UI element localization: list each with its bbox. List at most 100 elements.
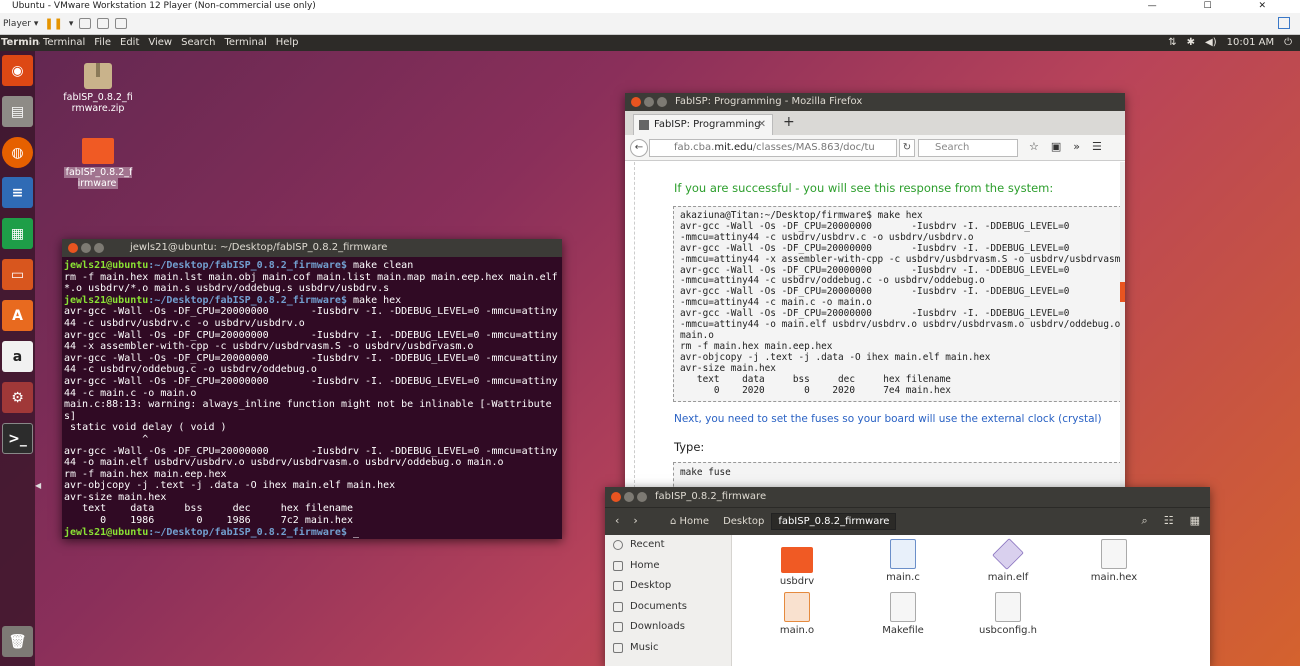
dash-icon[interactable]: ◉: [2, 55, 33, 86]
software-center-icon[interactable]: A: [2, 300, 33, 331]
network-icon[interactable]: ⇅: [1168, 35, 1176, 51]
menu-edit[interactable]: Edit: [120, 35, 139, 51]
impress-icon[interactable]: ▭: [2, 259, 33, 290]
minimize-icon[interactable]: [624, 492, 634, 502]
new-tab-icon[interactable]: +: [783, 114, 795, 130]
clean-output: rm -f main.hex main.lst main.obj main.co…: [64, 271, 564, 295]
close-icon[interactable]: [68, 243, 78, 253]
firefox-titlebar[interactable]: FabISP: Programming - Mozilla Firefox: [625, 93, 1125, 111]
search-icon[interactable]: ⌕: [1142, 514, 1148, 528]
sidebar-item-music[interactable]: Music: [605, 638, 731, 659]
file-item-usbdrv[interactable]: usbdrv: [757, 543, 837, 587]
bluetooth-icon[interactable]: ✱: [1187, 35, 1195, 51]
fullscreen-icon[interactable]: [115, 18, 128, 29]
trash-icon[interactable]: 🗑: [2, 626, 33, 657]
clock[interactable]: 10:01 AM: [1227, 35, 1274, 51]
bookmark-star-icon[interactable]: ☆: [1029, 140, 1039, 153]
menu-terminal-2[interactable]: Terminal: [224, 35, 266, 51]
vmware-title-bar: Ubuntu - VMware Workstation 12 Player (N…: [0, 0, 1300, 13]
sidebar-item-recent[interactable]: Recent: [605, 535, 731, 556]
power-icon[interactable]: ⏻: [1284, 35, 1292, 51]
sidebar-item-downloads[interactable]: Downloads: [605, 617, 731, 638]
tab-fabisp-programming[interactable]: FabISP: Programming ✕: [633, 114, 773, 135]
menu-search[interactable]: Search: [181, 35, 215, 51]
maximize-icon[interactable]: [637, 492, 647, 502]
menu-terminal[interactable]: Terminal: [43, 35, 85, 51]
scrollbar-thumb[interactable]: [1120, 282, 1125, 302]
unity-icon[interactable]: [1278, 17, 1290, 29]
list-view-icon[interactable]: ☷: [1164, 514, 1174, 528]
file-item-main-hex[interactable]: main.hex: [1074, 539, 1154, 583]
file-item-main-c[interactable]: main.c: [863, 539, 943, 583]
desktop-icon: [613, 581, 623, 591]
url-bar[interactable]: fab.cba.mit.edu/classes/MAS.863/doc/tu: [649, 139, 897, 157]
close-icon[interactable]: [631, 97, 641, 107]
files-window[interactable]: fabISP_0.8.2_firmware ‹ › ⌂ Home Desktop…: [605, 487, 1210, 666]
next-step-link[interactable]: Next, you need to set the fuses so your …: [674, 413, 1102, 425]
active-indicator-icon: ◀: [35, 481, 42, 490]
search-input[interactable]: Search: [918, 139, 1018, 157]
firefox-icon[interactable]: ◍: [2, 137, 33, 168]
file-item-usbconfig-h[interactable]: usbconfig.h: [968, 592, 1048, 636]
amazon-icon[interactable]: a: [2, 341, 33, 372]
sidebar-label: Music: [630, 641, 659, 653]
terminal-window[interactable]: jewls21@ubuntu: ~/Desktop/fabISP_0.8.2_f…: [62, 239, 562, 539]
desktop-zip-file[interactable]: fabISP_0.8.2_firmware.zip: [63, 63, 133, 114]
back-icon[interactable]: ←: [630, 139, 648, 157]
vmware-title: Ubuntu - VMware Workstation 12 Player (N…: [12, 1, 316, 11]
maximize-icon[interactable]: [94, 243, 104, 253]
hex-output: avr-gcc -Wall -Os -DF_CPU=20000000 -Iusb…: [64, 306, 558, 527]
firefox-window[interactable]: FabISP: Programming - Mozilla Firefox Fa…: [625, 93, 1125, 488]
terminal-output[interactable]: jewls21@ubuntu:~/Desktop/fabISP_0.8.2_fi…: [62, 257, 562, 541]
tab-label: FabISP: Programming: [654, 119, 761, 130]
file-label: usbconfig.h: [978, 625, 1037, 636]
dropdown-icon[interactable]: ▾: [69, 19, 74, 29]
text-file-icon: [1101, 539, 1127, 569]
volume-icon[interactable]: ◀): [1205, 35, 1217, 51]
terminal-icon[interactable]: >_: [2, 423, 33, 454]
sidebar-item-documents[interactable]: Documents: [605, 597, 731, 618]
writer-icon[interactable]: ≡: [2, 177, 33, 208]
crumb-desktop[interactable]: Desktop: [716, 513, 771, 530]
reload-icon[interactable]: ↻: [899, 139, 915, 157]
music-icon: [613, 642, 623, 653]
maximize-icon[interactable]: [657, 97, 667, 107]
hamburger-menu-icon[interactable]: ☰: [1092, 140, 1102, 153]
prompt-path: :~/Desktop/fabISP_0.8.2_firmware$: [148, 260, 347, 271]
files-icon[interactable]: ▤: [2, 96, 33, 127]
file-item-makefile[interactable]: Makefile: [863, 592, 943, 636]
minimize-icon[interactable]: [81, 243, 91, 253]
files-title: fabISP_0.8.2_firmware: [655, 491, 767, 502]
sidebar-item-home[interactable]: Home: [605, 556, 731, 577]
grid-view-icon[interactable]: ▦: [1190, 514, 1200, 528]
player-menu[interactable]: Player ▾: [3, 19, 38, 29]
files-titlebar[interactable]: fabISP_0.8.2_firmware: [605, 487, 1210, 507]
library-icon[interactable]: ▣: [1051, 140, 1061, 153]
scrollbar[interactable]: [1120, 162, 1125, 488]
calc-icon[interactable]: ▦: [2, 218, 33, 249]
removable-devices-icon[interactable]: [97, 18, 110, 29]
vmware-window-buttons[interactable]: — ☐ ✕: [1148, 0, 1288, 13]
crumb-current[interactable]: fabISP_0.8.2_firmware: [771, 513, 897, 530]
file-grid: usbdrv main.c main.elf main.hex main.o M…: [733, 535, 1210, 666]
sidebar-item-desktop[interactable]: Desktop: [605, 576, 731, 597]
crumb-home[interactable]: ⌂ Home: [663, 513, 716, 530]
desktop-folder[interactable]: fabISP_0.8.2_firmware: [63, 138, 133, 189]
minimize-icon[interactable]: [644, 97, 654, 107]
settings-icon[interactable]: ⚙: [2, 382, 33, 413]
send-ctrl-alt-del-icon[interactable]: [79, 18, 92, 29]
close-icon[interactable]: [611, 492, 621, 502]
pause-icon[interactable]: ❚❚: [44, 17, 62, 30]
desktop-folder-label: fabISP_0.8.2_firmware: [63, 167, 133, 189]
menu-view[interactable]: View: [148, 35, 172, 51]
close-tab-icon[interactable]: ✕: [758, 115, 766, 135]
back-icon[interactable]: ‹: [615, 514, 619, 527]
overflow-icon[interactable]: »: [1073, 140, 1080, 153]
forward-icon[interactable]: ›: [633, 514, 637, 527]
menu-help[interactable]: Help: [276, 35, 299, 51]
menu-file[interactable]: File: [94, 35, 111, 51]
terminal-titlebar[interactable]: jewls21@ubuntu: ~/Desktop/fabISP_0.8.2_f…: [62, 239, 562, 257]
file-item-main-o[interactable]: main.o: [757, 592, 837, 636]
desktop-zip-label: fabISP_0.8.2_firmware.zip: [63, 92, 133, 114]
file-item-main-elf[interactable]: main.elf: [968, 538, 1048, 583]
